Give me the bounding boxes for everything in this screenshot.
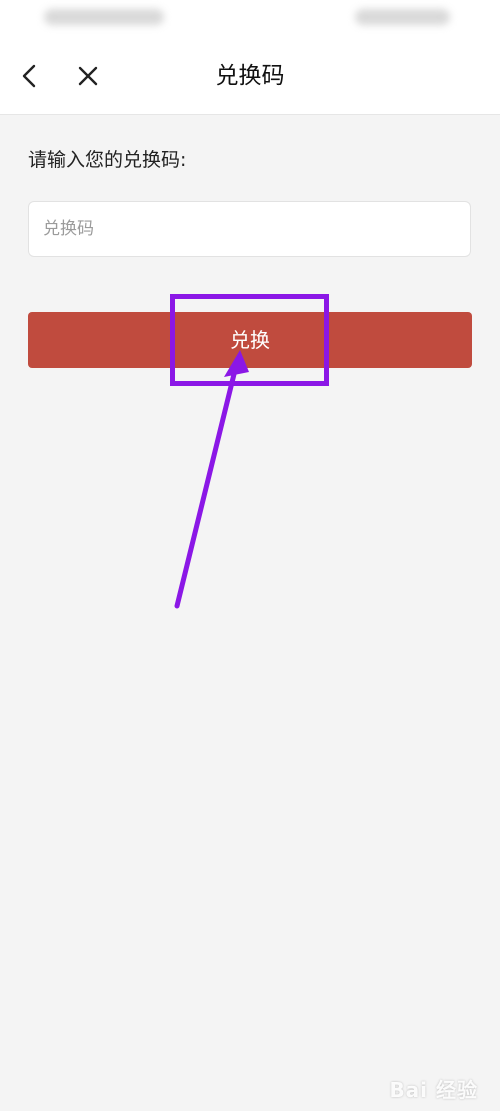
status-bar-right-blurred [355, 9, 450, 25]
nav-bar: 兑换码 [0, 38, 500, 115]
status-bar-left-blurred [44, 9, 164, 25]
baidu-jingyan-watermark: Bai 经验 [389, 1074, 478, 1103]
page-title: 兑换码 [215, 63, 285, 89]
redeem-button[interactable]: 兑换 [28, 312, 472, 368]
watermark-text: Bai 经验 [389, 1078, 478, 1102]
redeem-code-input[interactable] [28, 201, 471, 257]
status-bar [0, 0, 500, 38]
code-prompt-label: 请输入您的兑换码: [28, 149, 187, 171]
